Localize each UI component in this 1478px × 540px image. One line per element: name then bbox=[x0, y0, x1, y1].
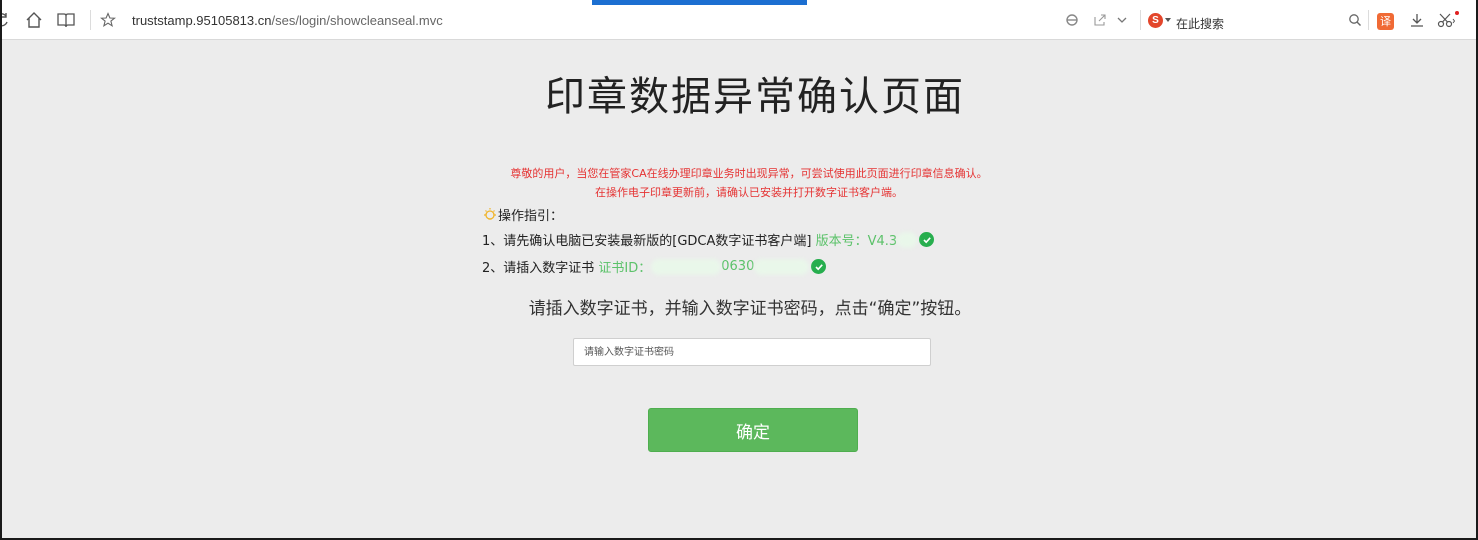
redacted-area bbox=[754, 258, 810, 275]
cert-id-label: 证书ID： bbox=[598, 261, 652, 276]
guide-step-1: 1、请先确认电脑已安装最新版的[GDCA数字证书客户端] 版本号：V4.3 bbox=[482, 230, 935, 249]
redacted-area bbox=[651, 258, 722, 275]
step-2-text: 2、请插入数字证书 bbox=[482, 261, 599, 276]
search-icon[interactable] bbox=[1345, 10, 1365, 30]
browser-toolbar: truststamp.95105813.cn/ses/login/showcle… bbox=[0, 0, 1478, 40]
address-bar[interactable]: truststamp.95105813.cn/ses/login/showcle… bbox=[132, 13, 443, 28]
step-1-text: 1、请先确认电脑已安装最新版的[GDCA数字证书客户端] bbox=[482, 234, 816, 249]
ie-mode-icon[interactable] bbox=[1062, 10, 1082, 30]
notice-line-1: 尊敬的用户，当您在管家CA在线办理印章业务时出现异常，可尝试使用此页面进行印章信… bbox=[510, 167, 988, 180]
notification-dot bbox=[1455, 11, 1459, 15]
refresh-icon[interactable] bbox=[0, 10, 12, 30]
guide-title: 操作指引： bbox=[498, 209, 564, 224]
page-title: 印章数据异常确认页面 bbox=[545, 74, 965, 120]
notice-line-2: 在操作电子印章更新前，请确认已安装并打开数字证书客户端。 bbox=[595, 186, 903, 199]
toolbar-separator bbox=[1368, 10, 1369, 30]
toolbar-separator bbox=[90, 10, 91, 30]
client-version: 版本号：V4.3 bbox=[815, 234, 898, 249]
confirm-button[interactable]: 确定 bbox=[648, 408, 858, 452]
bulb-icon bbox=[482, 207, 498, 223]
guide-heading: 操作指引： bbox=[482, 205, 563, 224]
star-icon[interactable] bbox=[98, 10, 118, 30]
translate-icon[interactable]: 译 bbox=[1377, 13, 1394, 30]
redacted-area bbox=[897, 231, 918, 248]
toolbar-separator bbox=[1140, 10, 1141, 30]
check-circle-icon bbox=[811, 259, 827, 274]
share-icon[interactable] bbox=[1090, 10, 1110, 30]
chevron-down-icon[interactable] bbox=[1165, 18, 1171, 22]
url-path: /ses/login/showcleanseal.mvc bbox=[271, 13, 443, 28]
url-host: truststamp.95105813.cn bbox=[132, 13, 272, 28]
instruction-text: 请插入数字证书，并输入数字证书密码，点击“确定”按钮。 bbox=[528, 299, 972, 319]
reader-icon[interactable] bbox=[56, 10, 76, 30]
check-circle-icon bbox=[919, 232, 935, 247]
cert-id-value: 0630 bbox=[721, 259, 755, 274]
chevron-down-icon[interactable] bbox=[1112, 10, 1132, 30]
search-box-label[interactable]: 在此搜索 bbox=[1176, 15, 1224, 32]
screenshot-scissors-icon[interactable] bbox=[1436, 10, 1456, 30]
certificate-password-input[interactable] bbox=[573, 338, 931, 366]
home-icon[interactable] bbox=[24, 10, 44, 30]
guide-step-2: 2、请插入数字证书 证书ID： 0630 bbox=[482, 257, 827, 276]
page-loading-bar bbox=[592, 0, 807, 5]
sogou-search-icon[interactable]: S bbox=[1148, 13, 1163, 28]
download-icon[interactable] bbox=[1407, 10, 1427, 30]
